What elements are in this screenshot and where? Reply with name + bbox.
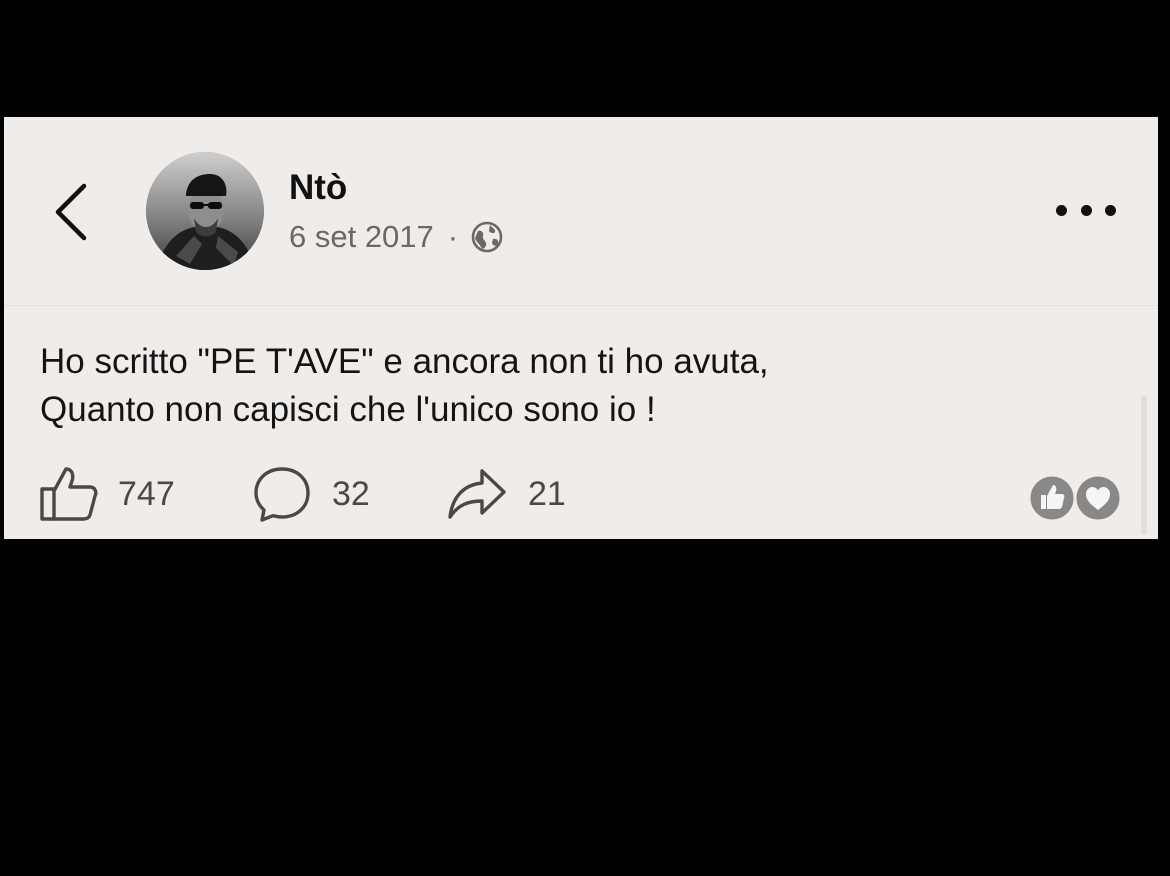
post-date[interactable]: 6 set 2017 [289, 219, 434, 255]
like-reaction-icon [1027, 473, 1077, 523]
more-dot-icon [1056, 204, 1067, 216]
reaction-summary[interactable] [1026, 472, 1126, 524]
love-reaction-icon [1073, 473, 1123, 523]
post-body: Ho scritto "PE T'AVE" e ancora non ti ho… [40, 338, 769, 434]
more-options-button[interactable] [1056, 195, 1116, 225]
comment-count: 32 [332, 474, 370, 513]
more-dot-icon [1080, 204, 1092, 216]
like-count: 747 [118, 474, 175, 513]
profile-photo [146, 152, 264, 270]
post-text-line: Quanto non capisci che l'unico sono io ! [40, 390, 656, 429]
avatar[interactable] [146, 152, 264, 270]
comment-bubble-icon [254, 467, 310, 522]
post-text-line: Ho scritto "PE T'AVE" e ancora non ti ho… [40, 342, 769, 381]
back-button[interactable] [50, 180, 94, 244]
more-dot-icon [1105, 204, 1116, 216]
header-divider [4, 305, 1158, 306]
chevron-left-icon [55, 183, 87, 241]
comment-button[interactable]: 32 [252, 464, 370, 524]
share-arrow-icon [448, 469, 506, 519]
share-count: 21 [528, 474, 566, 513]
post-meta: 6 set 2017 · [289, 219, 504, 255]
globe-icon [470, 220, 504, 254]
share-button[interactable]: 21 [446, 464, 566, 524]
scrollbar[interactable] [1141, 395, 1147, 535]
meta-separator: · [447, 219, 459, 254]
like-button[interactable]: 747 [38, 464, 175, 524]
thumbs-up-icon [40, 467, 98, 521]
author-name[interactable]: Ntò [289, 168, 347, 208]
